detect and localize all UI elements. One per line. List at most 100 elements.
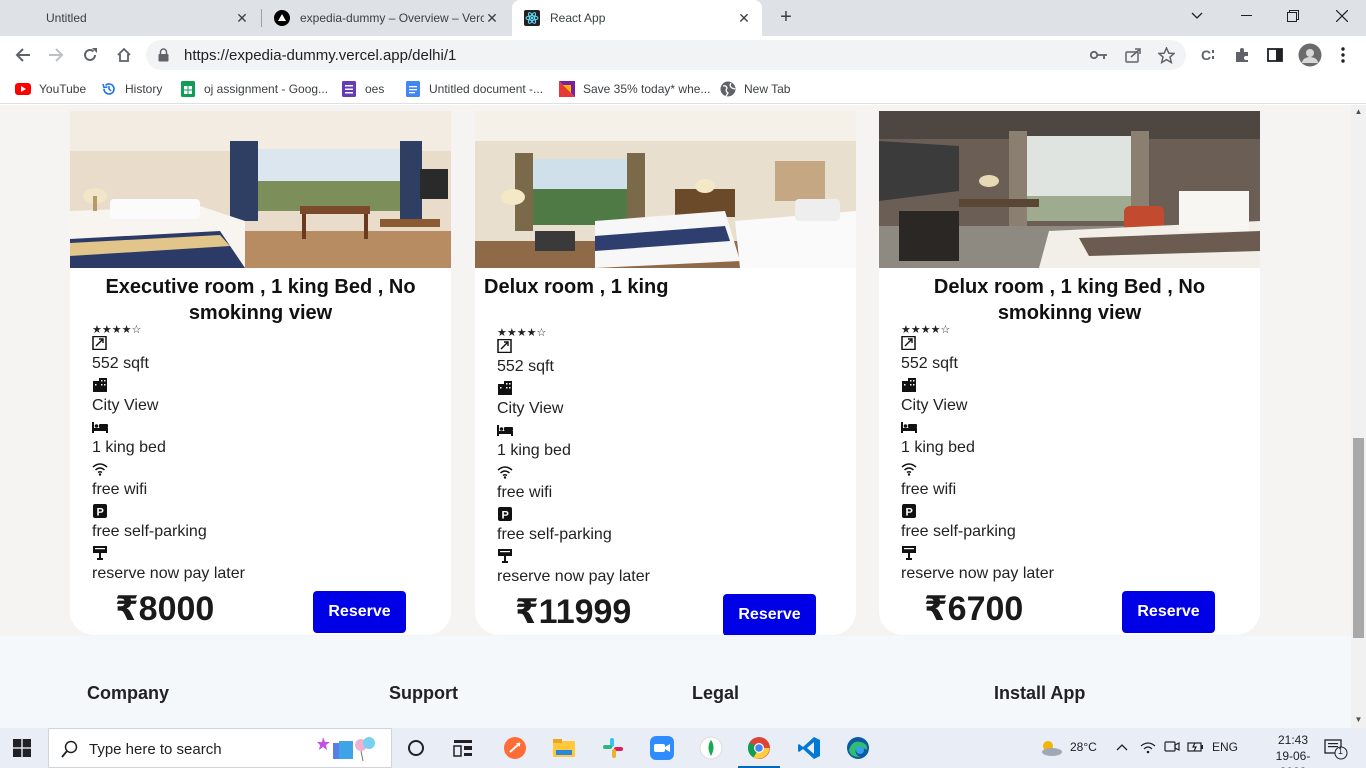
room-photo [70,111,451,268]
extensions-puzzle-icon[interactable] [1232,45,1252,65]
reload-button[interactable] [76,41,104,69]
notification-count: 1 [1338,746,1344,756]
room-title: Executive room , 1 king Bed , No smokinn… [105,276,416,324]
room-price: ₹11999 [515,593,632,631]
battery-icon[interactable] [1187,740,1205,757]
tab-search-chevron-icon[interactable] [1174,0,1220,32]
vercel-icon [274,10,290,26]
expand-icon [497,339,512,353]
home-button[interactable] [110,41,138,69]
chrome-icon[interactable] [745,734,773,762]
task-view-icon[interactable] [402,734,430,762]
sheets-icon [180,81,196,97]
feature-text: City View [92,397,159,414]
new-tab-button[interactable]: + [776,7,796,28]
reserve-button[interactable]: Reserve [723,594,816,635]
edge-icon[interactable] [844,734,872,762]
back-button[interactable] [9,41,37,69]
forward-button[interactable] [42,41,70,69]
profile-avatar[interactable] [1298,43,1322,67]
share-icon[interactable] [1124,46,1142,64]
feature-text: free self-parking [901,523,1016,540]
feature-text: 552 sqft [901,355,958,372]
parking-icon: P [93,504,107,518]
weather-icon[interactable] [1038,738,1064,761]
tab-strip: Untitled ✕ expedia-dummy – Overview – Ve… [0,0,1366,36]
extension-c-icon[interactable]: C [1199,45,1219,65]
expand-icon [901,336,916,350]
clock-date: 19-06-2022 [1275,749,1311,768]
globe-icon [720,81,736,97]
close-window-button[interactable] [1319,0,1365,32]
bookmark-oj-assignment[interactable]: oj assignment - Goog... [180,80,328,98]
reserve-button[interactable]: Reserve [313,591,406,633]
restore-button[interactable] [1270,0,1316,32]
language-indicator[interactable]: ENG [1212,740,1238,754]
url-text[interactable]: https://expedia-dummy.vercel.app/delhi/1 [184,47,456,64]
room-photo [879,111,1260,268]
forms-icon [341,81,357,97]
feature-text: free wifi [92,481,148,498]
tab-untitled[interactable]: Untitled ✕ [0,0,260,36]
page-viewport: Executive room , 1 king Bed , No smokinn… [0,105,1351,728]
wifi-icon [901,463,917,476]
docs-icon [405,81,421,97]
zoom-icon[interactable] [648,734,676,762]
feature-text: free wifi [497,484,553,501]
room-card: Executive room , 1 king Bed , No smokinn… [70,111,451,635]
room-card: Delux room , 1 king Bed , No smokinng vi… [879,111,1260,635]
react-icon [524,10,540,26]
clock[interactable]: 21:43 19-06-2022 [1266,732,1320,768]
tab-vercel[interactable]: expedia-dummy – Overview – Vercel ✕ [262,0,510,36]
side-panel-icon[interactable] [1265,45,1285,65]
room-price: ₹6700 [924,590,1024,628]
bookmark-new-tab[interactable]: New Tab [720,80,790,98]
footer-heading-install-app: Install App [994,683,1086,703]
bookmark-history[interactable]: History [101,80,162,98]
slack-icon[interactable] [599,734,627,762]
notifications-icon[interactable]: 1 [1324,738,1348,763]
network-icon[interactable] [1140,740,1156,757]
tab-close-icon[interactable]: ✕ [234,10,250,26]
widgets-icon[interactable] [449,734,477,762]
lock-icon[interactable] [158,48,169,67]
bookmark-star-icon[interactable] [1157,46,1175,64]
bookmark-save-offer[interactable]: Save 35% today* whe... [559,80,710,98]
webcam-icon[interactable] [1164,740,1180,757]
room-title: Delux room , 1 king [484,276,669,298]
minimize-button[interactable] [1223,0,1269,32]
key-icon[interactable] [1090,46,1108,64]
mongodb-icon[interactable] [697,734,725,762]
bookmark-label: Untitled document -... [429,82,544,96]
page-scrollbar[interactable]: ▲ ▼ [1351,105,1366,728]
tab-close-icon[interactable]: ✕ [736,10,752,26]
feature-text: City View [901,397,968,414]
bed-icon [497,425,513,436]
reserve-button[interactable]: Reserve [1122,591,1215,633]
scroll-down-arrow-icon[interactable]: ▼ [1354,715,1363,724]
feature-text: reserve now pay later [901,565,1054,582]
vscode-icon[interactable] [795,734,823,762]
address-bar[interactable]: https://expedia-dummy.vercel.app/delhi/1 [146,40,1186,70]
browser-toolbar: https://expedia-dummy.vercel.app/delhi/1… [0,36,1366,74]
bookmark-oes[interactable]: oes [341,80,384,98]
windows-start-icon[interactable] [13,739,31,762]
building-icon [93,378,107,392]
tab-close-icon[interactable]: ✕ [484,10,500,26]
taskbar-search-box[interactable]: Type here to search [48,728,392,768]
file-explorer-icon[interactable] [550,734,578,762]
scrollbar-thumb[interactable] [1353,438,1364,638]
feature-text: 1 king bed [901,439,975,456]
chrome-menu-icon[interactable] [1333,45,1353,65]
feature-text: reserve now pay later [92,565,245,582]
tab-react-app[interactable]: React App ✕ [512,0,762,36]
scroll-up-arrow-icon[interactable]: ▲ [1354,107,1363,116]
feature-text: City View [497,400,564,417]
weather-temperature[interactable]: 28°C [1070,740,1097,754]
wifi-icon [92,463,108,476]
bookmark-untitled-document[interactable]: Untitled document -... [405,80,543,98]
bookmark-youtube[interactable]: YouTube [15,80,86,98]
postman-icon[interactable] [501,734,529,762]
chevron-up-icon[interactable] [1116,740,1128,754]
star-rating: ★★★★☆ [901,324,951,336]
